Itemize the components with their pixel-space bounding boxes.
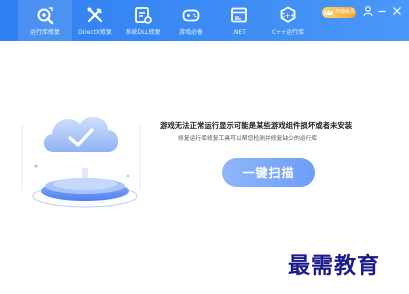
- vip-label: 开通会员: [335, 9, 356, 15]
- tab-label: 运行库修复: [29, 29, 60, 36]
- crown-icon: [324, 9, 333, 15]
- wrench-gear-icon: [37, 7, 54, 25]
- top-toolbar: 运行库修复 DirectX修复 系统DLL修复 游戏必备 .NET C++ C+…: [0, 0, 409, 41]
- tab-label: .NET: [232, 29, 246, 36]
- cpp-gear-icon: C++: [280, 6, 296, 23]
- vip-badge[interactable]: 开通会员: [322, 7, 356, 18]
- tools-icon: [87, 7, 103, 23]
- minimize-icon[interactable]: [376, 5, 388, 17]
- net-window-icon: [231, 7, 247, 23]
- svg-text:C++: C++: [281, 13, 295, 20]
- document-gear-icon: [135, 7, 152, 24]
- status-message-title: 游戏无法正常运行显示可能是某些游戏组件损坏或者未安装: [160, 121, 353, 130]
- tab-runtime-repair[interactable]: 运行库修复: [18, 0, 72, 41]
- status-message-subtitle: 修复运行库修复工具可以帮您检测并修复缺少的运行库: [178, 136, 318, 142]
- tab-dotnet[interactable]: .NET: [212, 0, 266, 41]
- tab-label: DirectX修复: [77, 29, 113, 36]
- tab-label: 游戏必备: [178, 29, 203, 36]
- tab-system-dll-repair[interactable]: 系统DLL修复: [116, 0, 170, 41]
- user-icon[interactable]: [362, 5, 374, 17]
- cloud-check-illustration: [21, 116, 147, 210]
- close-icon[interactable]: [391, 5, 403, 17]
- tab-label: C++运行库: [271, 29, 305, 36]
- tab-label: 系统DLL修复: [125, 29, 161, 36]
- one-click-scan-button[interactable]: 一键扫描: [222, 158, 315, 187]
- gamepad-icon: [182, 9, 200, 22]
- tab-directx-repair[interactable]: DirectX修复: [68, 0, 122, 41]
- tab-cpp-runtime[interactable]: C++ C++运行库: [261, 0, 315, 41]
- watermark-text: 最需教育: [288, 253, 381, 279]
- tab-game-essentials[interactable]: 游戏必备: [164, 0, 218, 41]
